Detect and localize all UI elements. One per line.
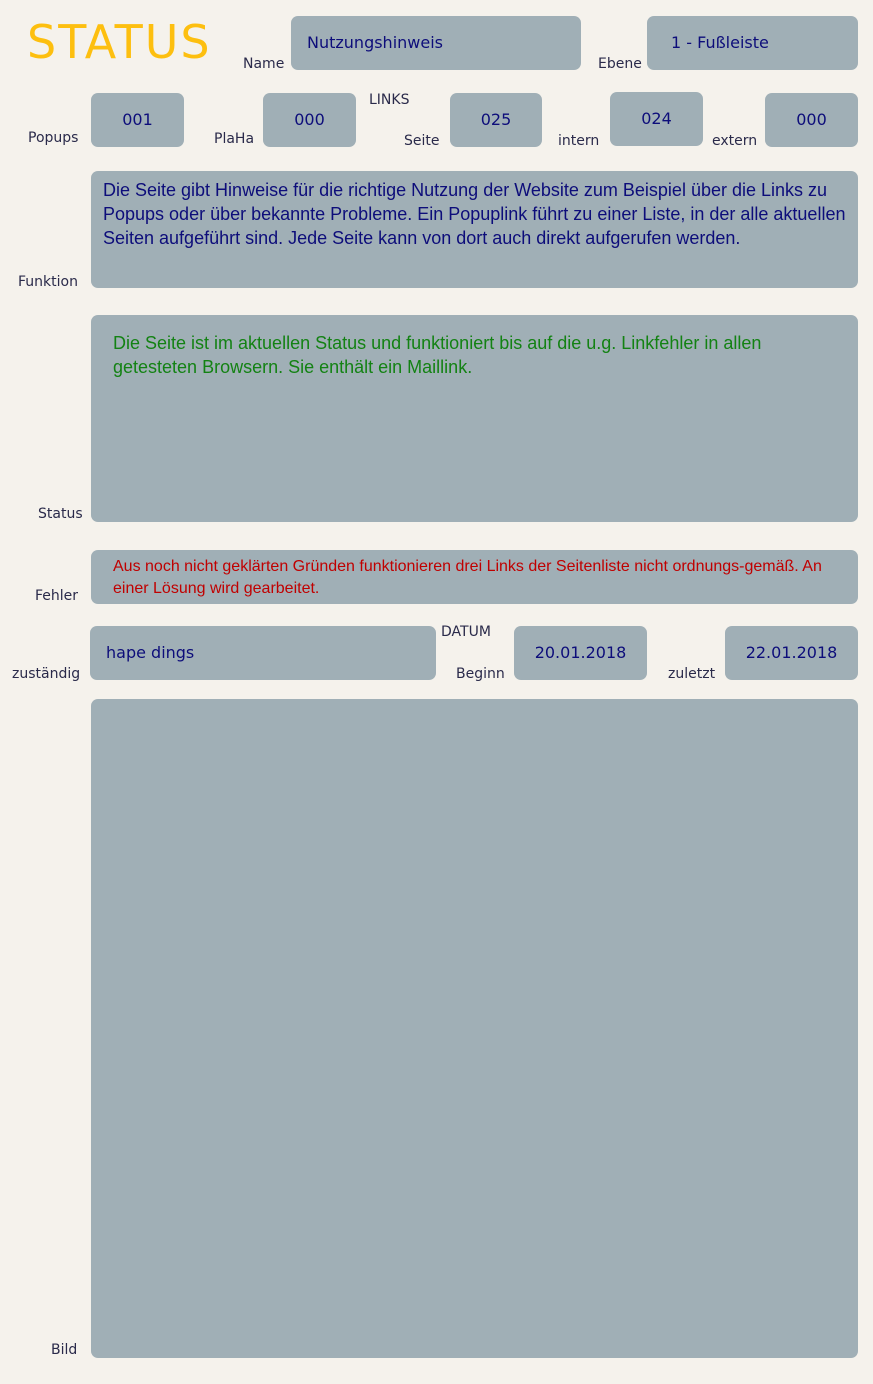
- name-field[interactable]: Nutzungshinweis: [291, 16, 581, 70]
- beginn-field[interactable]: 20.01.2018: [514, 626, 647, 680]
- intern-value: 024: [641, 109, 672, 128]
- zuletzt-label: zuletzt: [668, 666, 716, 682]
- ebene-field[interactable]: 1 - Fußleiste: [647, 16, 858, 70]
- funktion-label: Funktion: [18, 274, 78, 290]
- funktion-field[interactable]: Die Seite gibt Hinweise für die richtige…: [91, 171, 858, 288]
- datum-heading: DATUM: [441, 624, 491, 640]
- extern-label: extern: [712, 133, 758, 149]
- extern-value: 000: [796, 110, 827, 129]
- status-text: Die Seite ist im aktuellen Status und fu…: [113, 333, 762, 377]
- status-label: Status: [38, 506, 83, 522]
- zustaendig-value: hape dings: [106, 643, 195, 662]
- plaha-value: 000: [294, 110, 325, 129]
- intern-label: intern: [558, 133, 600, 149]
- status-field[interactable]: Die Seite ist im aktuellen Status und fu…: [91, 315, 858, 522]
- fehler-text: Aus noch nicht geklärten Gründen funktio…: [113, 558, 822, 597]
- plaha-label: PlaHa: [214, 131, 255, 147]
- funktion-text: Die Seite gibt Hinweise für die richtige…: [103, 180, 846, 248]
- ebene-label: Ebene: [598, 56, 642, 72]
- fehler-label: Fehler: [35, 588, 79, 604]
- seite-label: Seite: [404, 133, 440, 149]
- popups-field[interactable]: 001: [91, 93, 184, 147]
- bild-label: Bild: [51, 1342, 78, 1358]
- zustaendig-label: zuständig: [12, 666, 81, 682]
- zustaendig-field[interactable]: hape dings: [90, 626, 436, 680]
- name-value: Nutzungshinweis: [307, 33, 443, 52]
- popups-label: Popups: [28, 130, 79, 146]
- extern-field[interactable]: 000: [765, 93, 858, 147]
- page-title: STATUS: [27, 15, 212, 69]
- seite-field[interactable]: 025: [450, 93, 542, 147]
- beginn-value: 20.01.2018: [534, 643, 627, 662]
- zuletzt-value: 22.01.2018: [745, 643, 838, 662]
- fehler-field[interactable]: Aus noch nicht geklärten Gründen funktio…: [91, 550, 858, 604]
- zuletzt-field[interactable]: 22.01.2018: [725, 626, 858, 680]
- bild-area: [91, 699, 858, 1358]
- name-label: Name: [243, 56, 285, 72]
- intern-field[interactable]: 024: [610, 92, 703, 146]
- beginn-label: Beginn: [456, 666, 505, 682]
- seite-value: 025: [480, 110, 512, 129]
- ebene-value: 1 - Fußleiste: [671, 33, 769, 52]
- links-heading: LINKS: [369, 92, 410, 108]
- popups-value: 001: [122, 110, 153, 129]
- plaha-field[interactable]: 000: [263, 93, 356, 147]
